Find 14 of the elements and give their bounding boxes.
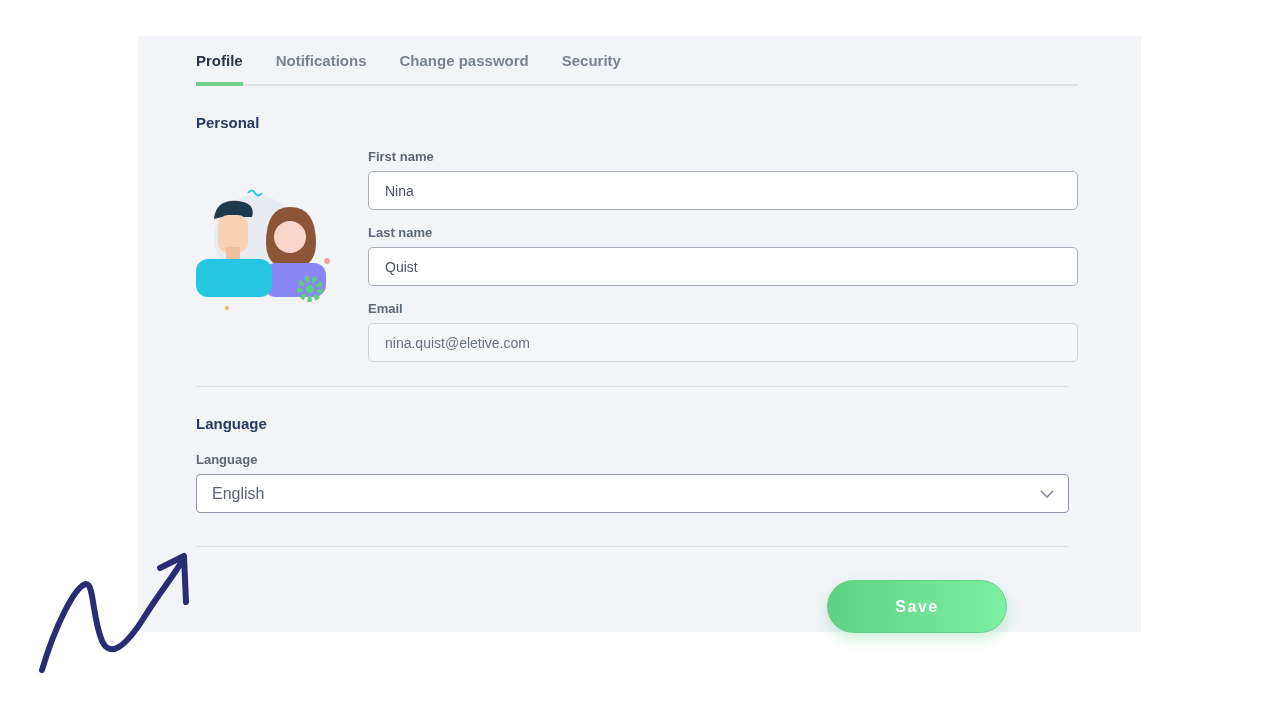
input-field[interactable]: Nina <box>368 171 1078 210</box>
input-field[interactable]: Quist <box>368 247 1078 286</box>
chevron-down-icon <box>1040 489 1054 498</box>
section-heading: Personal <box>196 114 261 131</box>
tab[interactable]: Change password <box>399 36 529 86</box>
language-dropdown[interactable]: English <box>196 474 1069 513</box>
field-label: Email <box>368 301 404 316</box>
section-heading: Language <box>196 415 268 432</box>
tab[interactable]: Profile <box>196 36 243 86</box>
field-label: Last name <box>368 225 434 240</box>
tab[interactable]: Notifications <box>275 36 367 86</box>
tab[interactable]: Security <box>561 36 621 86</box>
field-label: First name <box>368 149 435 164</box>
field-label: Language <box>196 452 259 467</box>
